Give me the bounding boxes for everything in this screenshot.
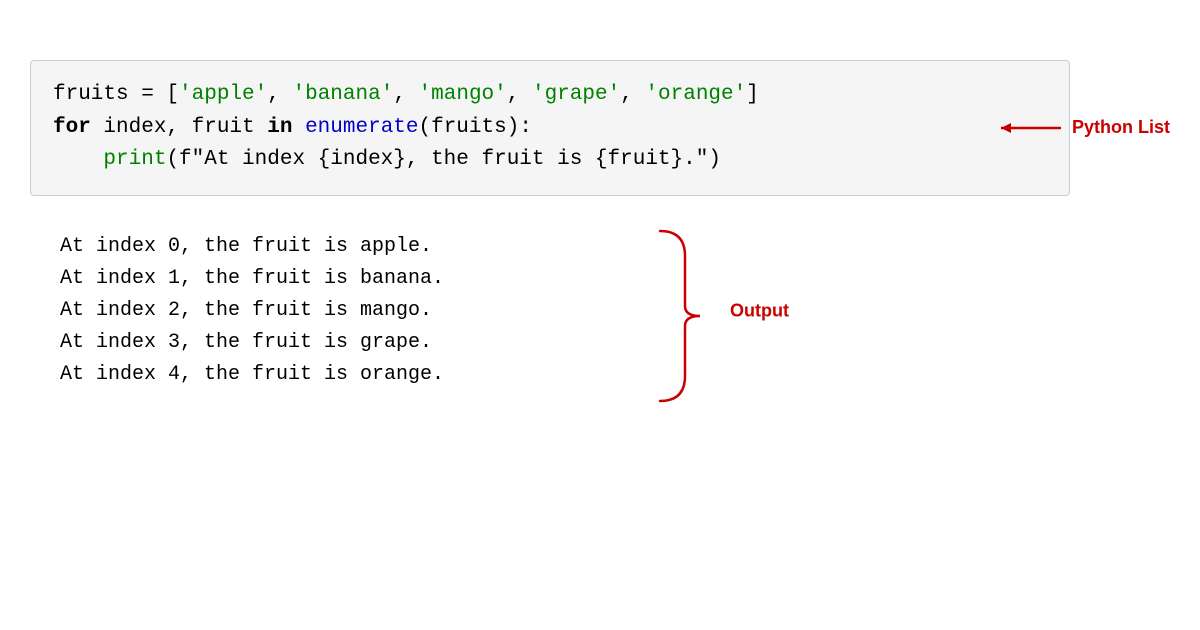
output-lines: At index 0, the fruit is apple. At index… — [60, 231, 1170, 391]
output-line-3: At index 3, the fruit is grape. — [60, 327, 1170, 359]
code-line-1: fruits = ['apple', 'banana', 'mango', 'g… — [53, 79, 1047, 112]
code-equals: = [ — [129, 83, 179, 106]
code-str-orange: 'orange' — [645, 83, 746, 106]
code-var-fruits: fruits — [53, 83, 129, 106]
arrow-icon — [996, 116, 1066, 140]
python-list-annotation: Python List — [996, 116, 1170, 140]
output-line-0: At index 0, the fruit is apple. — [60, 231, 1170, 263]
python-list-label: Python List — [1072, 117, 1170, 138]
output-line-2: At index 2, the fruit is mango. — [60, 295, 1170, 327]
output-label: Output — [730, 300, 789, 321]
output-line-1: At index 1, the fruit is banana. — [60, 263, 1170, 295]
code-fn-print: print — [103, 148, 166, 171]
page-container: fruits = ['apple', 'banana', 'mango', 'g… — [0, 0, 1200, 630]
code-str-banana: 'banana' — [292, 83, 393, 106]
code-str-apple: 'apple' — [179, 83, 267, 106]
code-str-mango: 'mango' — [419, 83, 507, 106]
output-line-4: At index 4, the fruit is orange. — [60, 359, 1170, 391]
code-line-3: print(f"At index {index}, the fruit is {… — [53, 144, 1047, 177]
code-fn-enumerate: enumerate — [305, 116, 418, 139]
output-brace-icon — [650, 226, 730, 406]
code-str-grape: 'grape' — [532, 83, 620, 106]
code-line-2: for index, fruit in enumerate(fruits): — [53, 112, 1047, 145]
output-section: At index 0, the fruit is apple. At index… — [30, 231, 1170, 391]
code-block-wrapper: fruits = ['apple', 'banana', 'mango', 'g… — [30, 60, 1170, 196]
code-block: fruits = ['apple', 'banana', 'mango', 'g… — [30, 60, 1070, 196]
